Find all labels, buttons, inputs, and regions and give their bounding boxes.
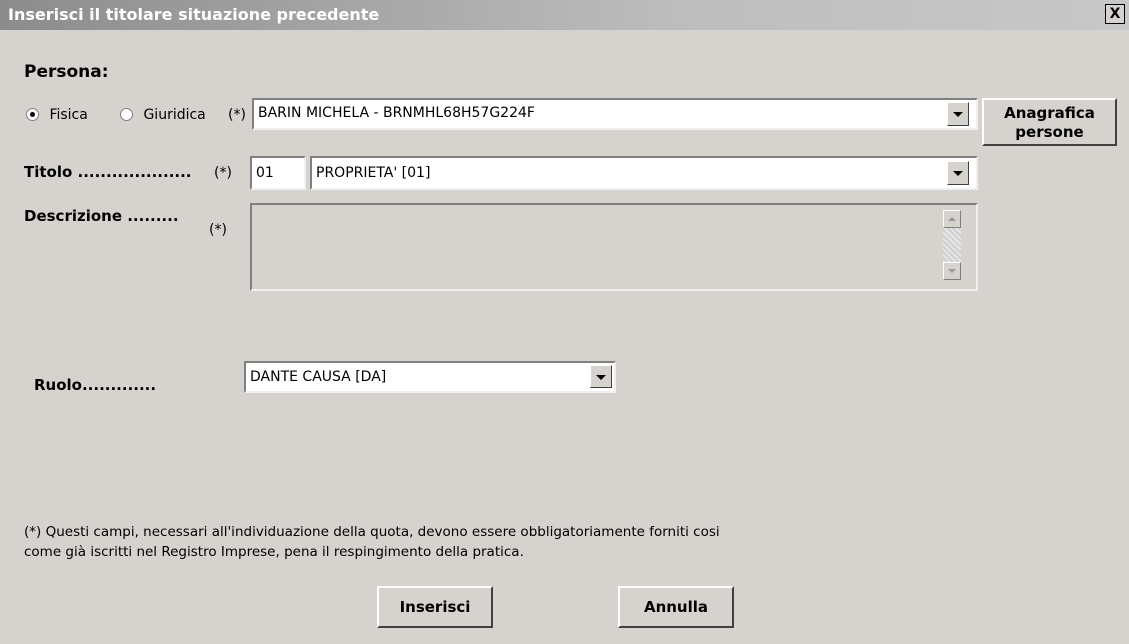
radio-fisica-label: Fisica <box>49 107 88 123</box>
cancel-button-label: Annulla <box>643 598 709 616</box>
note-line-1: (*) Questi campi, necessari all'individu… <box>24 524 720 540</box>
note-line-2: come già iscritti nel Registro Imprese, … <box>24 544 524 560</box>
close-icon: X <box>1109 6 1121 22</box>
titolo-select-value: PROPRIETA' [01] <box>316 165 431 181</box>
persona-dropdown-button[interactable] <box>947 102 969 126</box>
close-button[interactable]: X <box>1105 4 1125 24</box>
radio-fisica-indicator[interactable] <box>26 108 39 121</box>
persona-heading: Persona: <box>24 62 109 82</box>
anagrafica-label-line1: Anagrafica <box>1004 104 1095 122</box>
insert-button[interactable]: Inserisci <box>377 586 493 628</box>
radio-giuridica-label: Giuridica <box>143 107 206 123</box>
window-title: Inserisci il titolare situazione precede… <box>8 5 380 24</box>
titolo-label: Titolo .................... <box>24 163 192 181</box>
scroll-down-button[interactable] <box>943 262 961 280</box>
radio-giuridica[interactable]: Giuridica <box>120 107 206 123</box>
ruolo-select-value: DANTE CAUSA [DA] <box>250 369 387 385</box>
descrizione-label: Descrizione ......... <box>24 207 179 225</box>
titolo-select[interactable]: PROPRIETA' [01] <box>310 156 978 190</box>
title-bar: Inserisci il titolare situazione precede… <box>0 0 1129 30</box>
titolo-dropdown-button[interactable] <box>947 161 969 185</box>
ruolo-label: Ruolo............. <box>34 376 157 394</box>
persona-required-mark: (*) <box>228 107 246 123</box>
descrizione-required-mark: (*) <box>209 222 227 238</box>
persona-select[interactable]: BARIN MICHELA - BRNMHL68H57G224F <box>252 98 978 130</box>
descrizione-textarea[interactable] <box>250 203 978 291</box>
titolo-code-value: 01 <box>256 165 274 181</box>
scroll-track[interactable] <box>943 228 961 262</box>
anagrafica-label-line2: persone <box>1015 123 1084 141</box>
scroll-up-button[interactable] <box>943 210 961 228</box>
ruolo-select[interactable]: DANTE CAUSA [DA] <box>244 361 616 393</box>
persona-select-value: BARIN MICHELA - BRNMHL68H57G224F <box>258 105 535 121</box>
radio-giuridica-indicator[interactable] <box>120 108 133 121</box>
radio-fisica[interactable]: Fisica <box>26 107 88 123</box>
titolo-required-mark: (*) <box>214 165 232 181</box>
anagrafica-persone-button[interactable]: Anagrafica persone <box>982 98 1117 146</box>
insert-button-label: Inserisci <box>399 598 471 616</box>
cancel-button[interactable]: Annulla <box>618 586 734 628</box>
titolo-code-input[interactable]: 01 <box>250 156 306 190</box>
required-fields-note: (*) Questi campi, necessari all'individu… <box>24 522 924 562</box>
ruolo-dropdown-button[interactable] <box>590 365 612 388</box>
